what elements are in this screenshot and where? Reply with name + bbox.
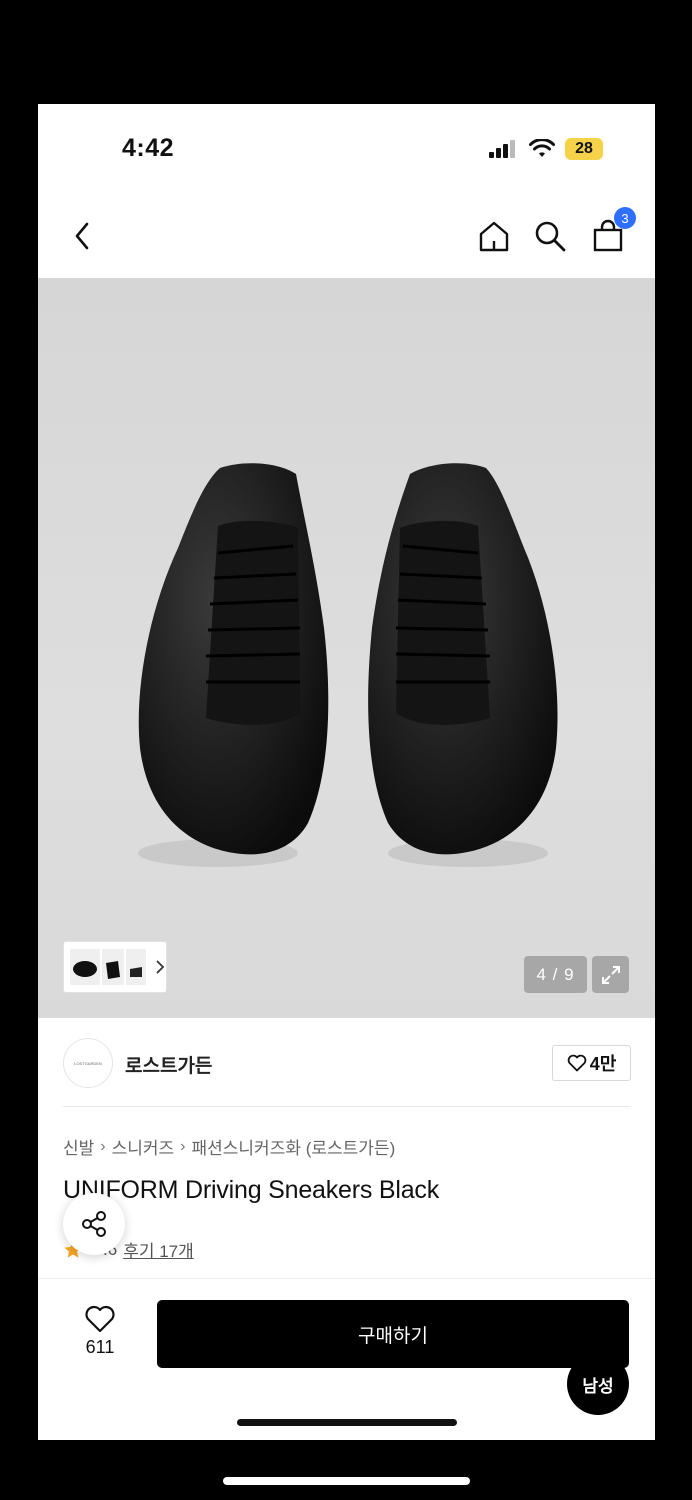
status-time: 4:42 <box>122 134 175 162</box>
wifi-icon <box>529 139 555 157</box>
brand-like-button[interactable]: 4만 <box>552 1045 631 1081</box>
divider <box>63 1106 631 1107</box>
wishlist-count: 611 <box>85 1337 115 1357</box>
breadcrumb-item-sneakers[interactable]: 스니커즈 <box>112 1134 175 1159</box>
heart-icon <box>85 1305 115 1333</box>
brand-name[interactable]: 로스트가든 <box>125 1051 212 1078</box>
image-page-indicator: 4 / 9 <box>524 956 587 993</box>
wishlist-button[interactable]: 611 <box>68 1305 132 1358</box>
heart-icon <box>567 1054 586 1072</box>
status-bar: 4:42 28 <box>38 104 655 192</box>
battery-indicator: 28 <box>565 138 603 160</box>
share-button[interactable] <box>63 1193 125 1255</box>
thumbnail-images <box>70 949 146 985</box>
outer-home-indicator <box>223 1477 470 1485</box>
product-photo <box>138 463 558 867</box>
product-title: UNIFORM Driving Sneakers Black <box>63 1176 440 1204</box>
cart-count-badge: 3 <box>614 207 636 229</box>
breadcrumb-separator-icon: › <box>180 1137 186 1155</box>
cellular-signal-icon <box>489 140 515 158</box>
thumbnail-strip[interactable] <box>63 941 167 993</box>
chevron-right-icon <box>156 960 165 974</box>
status-icons: 28 <box>489 138 603 160</box>
buy-button[interactable]: 구매하기 <box>157 1300 629 1368</box>
expand-icon <box>601 965 620 984</box>
search-icon[interactable] <box>530 216 570 256</box>
bottom-purchase-bar: 611 구매하기 남성 <box>38 1278 655 1440</box>
brand-logo[interactable]: LOSTGARDEN <box>63 1038 113 1088</box>
share-icon <box>82 1211 106 1237</box>
app-screen: 4:42 28 3 4 / 9 LOSTGARDEN 로스트가든 4만 신발 ›… <box>38 104 655 1440</box>
cart-button[interactable]: 3 <box>588 207 636 256</box>
product-image-gallery[interactable]: 4 / 9 <box>38 278 655 1018</box>
home-icon[interactable] <box>474 216 514 256</box>
breadcrumb-separator-icon: › <box>100 1137 106 1155</box>
breadcrumb-item-shoes[interactable]: 신발 <box>63 1134 94 1159</box>
back-icon[interactable] <box>62 216 102 256</box>
home-indicator <box>237 1419 457 1426</box>
brand-like-count: 4만 <box>589 1054 617 1074</box>
breadcrumb-item-category[interactable]: 패션스니커즈화 (로스트가든) <box>192 1134 396 1159</box>
brand-row[interactable]: LOSTGARDEN 로스트가든 4만 <box>38 1018 655 1108</box>
breadcrumb: 신발 › 스니커즈 › 패션스니커즈화 (로스트가든) <box>63 1134 395 1159</box>
expand-image-button[interactable] <box>592 956 629 993</box>
gender-filter-chip[interactable]: 남성 <box>567 1353 629 1415</box>
nav-bar: 3 <box>38 192 655 278</box>
review-count-link[interactable]: 후기 17개 <box>123 1237 194 1262</box>
